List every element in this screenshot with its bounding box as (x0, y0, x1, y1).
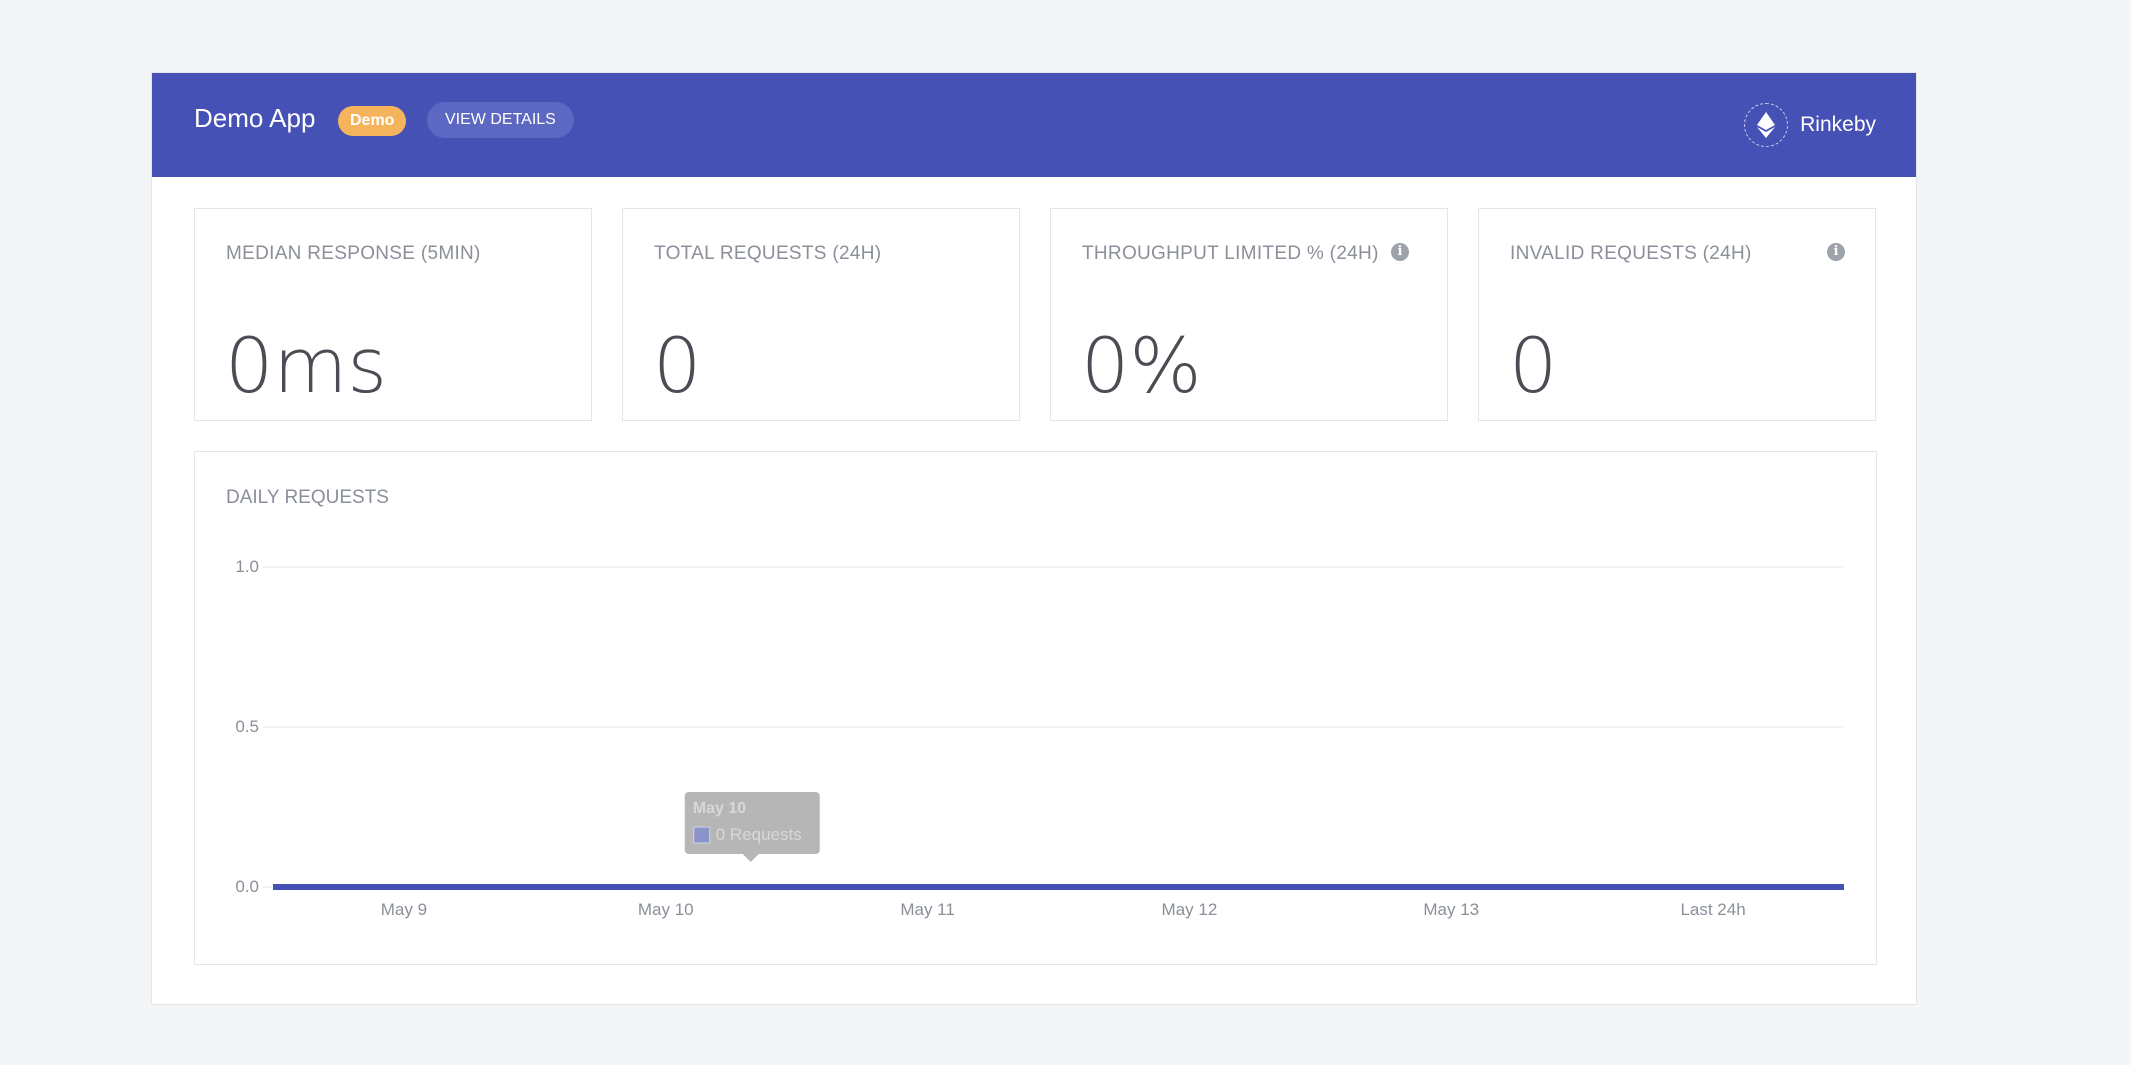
app-header: Demo App Demo VIEW DETAILS Rinkeby (152, 73, 1916, 177)
y-tick-label: 0.5 (235, 717, 259, 736)
y-tick-label: 1.0 (235, 557, 259, 576)
tooltip-swatch (693, 826, 711, 844)
ethereum-icon (1744, 103, 1789, 147)
app-card: Demo App Demo VIEW DETAILS Rinkeby MEDIA… (151, 72, 1917, 1005)
demo-badge: Demo (338, 106, 407, 136)
stat-value: 0 (1509, 321, 1558, 410)
view-details-button[interactable]: VIEW DETAILS (427, 102, 574, 138)
x-tick-label: May 10 (638, 900, 694, 919)
network-label: Rinkeby (1800, 113, 1876, 136)
tooltip-text: 0 Requests (716, 825, 802, 844)
tooltip-title: May 10 (693, 800, 746, 817)
stat-total-requests: TOTAL REQUESTS (24H) 0 (622, 208, 1020, 421)
network-selector[interactable]: Rinkeby (1744, 103, 1876, 147)
app-title: Demo App (194, 103, 316, 133)
x-tick-label: May 13 (1423, 900, 1479, 919)
stat-value: 0ms (225, 321, 387, 410)
stat-label: INVALID REQUESTS (24H) (1510, 243, 1752, 264)
stat-median-response: MEDIAN RESPONSE (5MIN) 0ms (194, 208, 592, 421)
daily-requests-chart-card: DAILY REQUESTS 0.0 0.5 1.0 May 9 May 10 May 1… (194, 451, 1877, 965)
stat-label: THROUGHPUT LIMITED % (24H) (1082, 243, 1379, 264)
x-tick-label: May 12 (1162, 900, 1218, 919)
stat-value: 0% (1081, 321, 1202, 410)
x-tick-label: May 11 (900, 900, 955, 919)
info-icon[interactable]: i (1827, 243, 1845, 261)
tooltip-pointer (742, 854, 759, 862)
stat-value: 0 (653, 321, 702, 410)
stat-invalid-requests: INVALID REQUESTS (24H) i 0 (1478, 208, 1876, 421)
y-tick-label: 0.0 (235, 877, 259, 896)
daily-requests-chart[interactable]: 0.0 0.5 1.0 May 9 May 10 May 11 May 12 May 13 La… (195, 452, 1878, 966)
info-icon[interactable]: i (1391, 243, 1409, 261)
stat-label: TOTAL REQUESTS (24H) (654, 243, 882, 264)
stat-throughput-limited: THROUGHPUT LIMITED % (24H) i 0% (1050, 208, 1448, 421)
x-tick-label: May 9 (381, 900, 427, 919)
stat-label: MEDIAN RESPONSE (5MIN) (226, 243, 481, 264)
x-tick-label: Last 24h (1680, 900, 1745, 919)
